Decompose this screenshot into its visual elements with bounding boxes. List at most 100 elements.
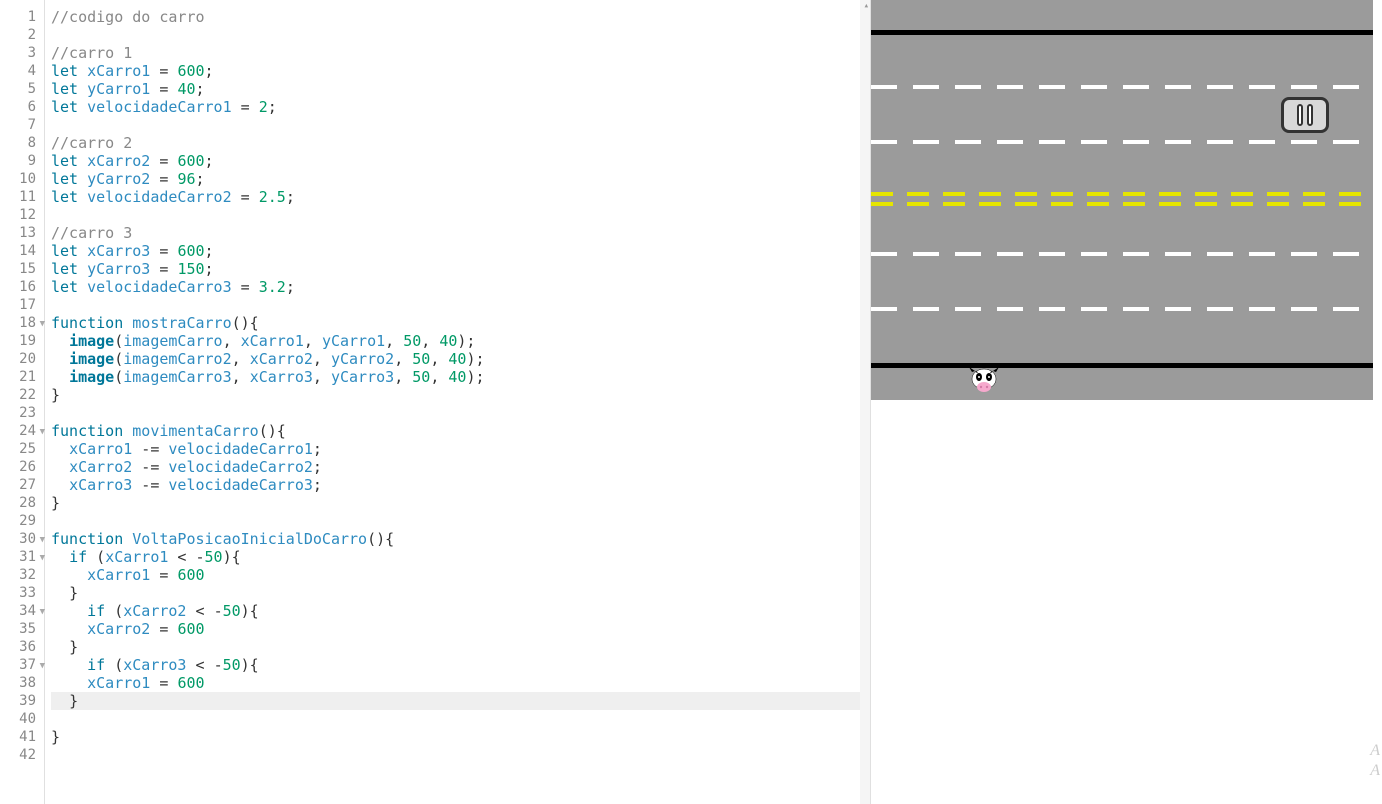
code-token: 2.5 [259,188,286,206]
road-shoulder-bottom [871,368,1373,400]
game-canvas[interactable] [871,0,1373,400]
code-line[interactable]: let xCarro1 = 600; [51,62,860,80]
code-token: , [304,332,322,350]
code-token [51,584,69,602]
code-token [51,656,87,674]
code-token: 50 [403,332,421,350]
code-token: = [150,152,177,170]
code-token: ; [205,242,214,260]
code-line[interactable]: let yCarro3 = 150; [51,260,860,278]
code-line[interactable]: let xCarro2 = 600; [51,152,860,170]
code-line[interactable]: //carro 3 [51,224,860,242]
code-editor[interactable]: 123456789101112131415161718▼192021222324… [0,0,871,804]
code-token: - [214,602,223,620]
code-line[interactable]: let velocidadeCarro1 = 2; [51,98,860,116]
code-line[interactable]: if (xCarro2 < -50){ [51,602,860,620]
code-line[interactable]: //carro 2 [51,134,860,152]
line-number: 26 [0,458,44,476]
code-token: xCarro3 [123,656,186,674]
code-token: (){ [259,422,286,440]
cow-sprite [969,366,999,392]
code-token [51,332,69,350]
code-token: 600 [177,242,204,260]
code-line[interactable]: } [51,386,860,404]
code-token: yCarro2 [331,350,394,368]
code-line[interactable] [51,116,860,134]
code-area[interactable]: //codigo do carro//carro 1let xCarro1 = … [45,0,860,804]
line-number: 39 [0,692,44,710]
car-window-icon [1307,104,1313,126]
code-line[interactable] [51,404,860,422]
code-line[interactable]: function mostraCarro(){ [51,314,860,332]
line-number-gutter[interactable]: 123456789101112131415161718▼192021222324… [0,0,45,804]
code-line[interactable]: image(imagemCarro3, xCarro3, yCarro3, 50… [51,368,860,386]
code-token: < [186,602,213,620]
code-line[interactable] [51,296,860,314]
code-line[interactable]: let xCarro3 = 600; [51,242,860,260]
code-token: ; [313,476,322,494]
line-number: 4 [0,62,44,80]
line-number: 27 [0,476,44,494]
code-line[interactable]: xCarro2 = 600 [51,620,860,638]
code-line[interactable]: xCarro3 -= velocidadeCarro3; [51,476,860,494]
code-token [51,368,69,386]
code-token [51,476,69,494]
code-token: velocidadeCarro2 [168,458,313,476]
code-token: ){ [241,656,259,674]
car-sprite [1281,97,1329,133]
code-token: 150 [177,260,204,278]
code-line[interactable]: } [51,728,860,746]
code-token [51,638,69,656]
code-token: //carro 2 [51,134,132,152]
code-line[interactable] [51,26,860,44]
code-token: xCarro2 [69,458,132,476]
code-token: let [51,98,87,116]
code-line[interactable]: } [51,494,860,512]
code-token: xCarro3 [87,242,150,260]
code-line[interactable] [51,206,860,224]
code-line[interactable]: if (xCarro3 < -50){ [51,656,860,674]
code-line[interactable]: image(imagemCarro2, xCarro2, yCarro2, 50… [51,350,860,368]
code-token: image [69,350,114,368]
code-line[interactable]: xCarro1 = 600 [51,674,860,692]
scroll-up-arrow-icon[interactable]: ▴ [864,1,869,11]
code-line[interactable] [51,512,860,530]
code-line[interactable]: xCarro1 = 600 [51,566,860,584]
code-token [51,620,87,638]
road-shoulder-top [871,0,1373,32]
code-line[interactable]: } [51,584,860,602]
road-border-top [871,30,1373,35]
code-token: velocidadeCarro3 [168,476,313,494]
line-number: 15 [0,260,44,278]
code-token: ( [114,332,123,350]
code-token: yCarro1 [87,80,150,98]
code-line[interactable]: let yCarro1 = 40; [51,80,860,98]
code-line[interactable]: //codigo do carro [51,8,860,26]
code-token: , [385,332,403,350]
code-line[interactable]: let velocidadeCarro3 = 3.2; [51,278,860,296]
line-number: 17 [0,296,44,314]
code-line[interactable]: function movimentaCarro(){ [51,422,860,440]
code-line[interactable]: function VoltaPosicaoInicialDoCarro(){ [51,530,860,548]
code-token [51,674,87,692]
code-line[interactable]: let velocidadeCarro2 = 2.5; [51,188,860,206]
code-line[interactable] [51,746,860,764]
code-token: xCarro3 [250,368,313,386]
code-line[interactable]: image(imagemCarro, xCarro1, yCarro1, 50,… [51,332,860,350]
lane-dash-2 [871,140,1373,144]
code-line[interactable]: } [51,638,860,656]
code-line[interactable]: } [51,692,860,710]
code-line[interactable]: //carro 1 [51,44,860,62]
line-number: 13 [0,224,44,242]
code-line[interactable]: if (xCarro1 < -50){ [51,548,860,566]
code-token [51,692,69,710]
code-line[interactable]: let yCarro2 = 96; [51,170,860,188]
code-line[interactable]: xCarro2 -= velocidadeCarro2; [51,458,860,476]
code-token: = [150,170,177,188]
line-number: 12 [0,206,44,224]
code-token: if [69,548,96,566]
editor-scrollbar[interactable]: ▴ [860,0,870,804]
code-line[interactable] [51,710,860,728]
code-token: - [196,548,205,566]
code-line[interactable]: xCarro1 -= velocidadeCarro1; [51,440,860,458]
